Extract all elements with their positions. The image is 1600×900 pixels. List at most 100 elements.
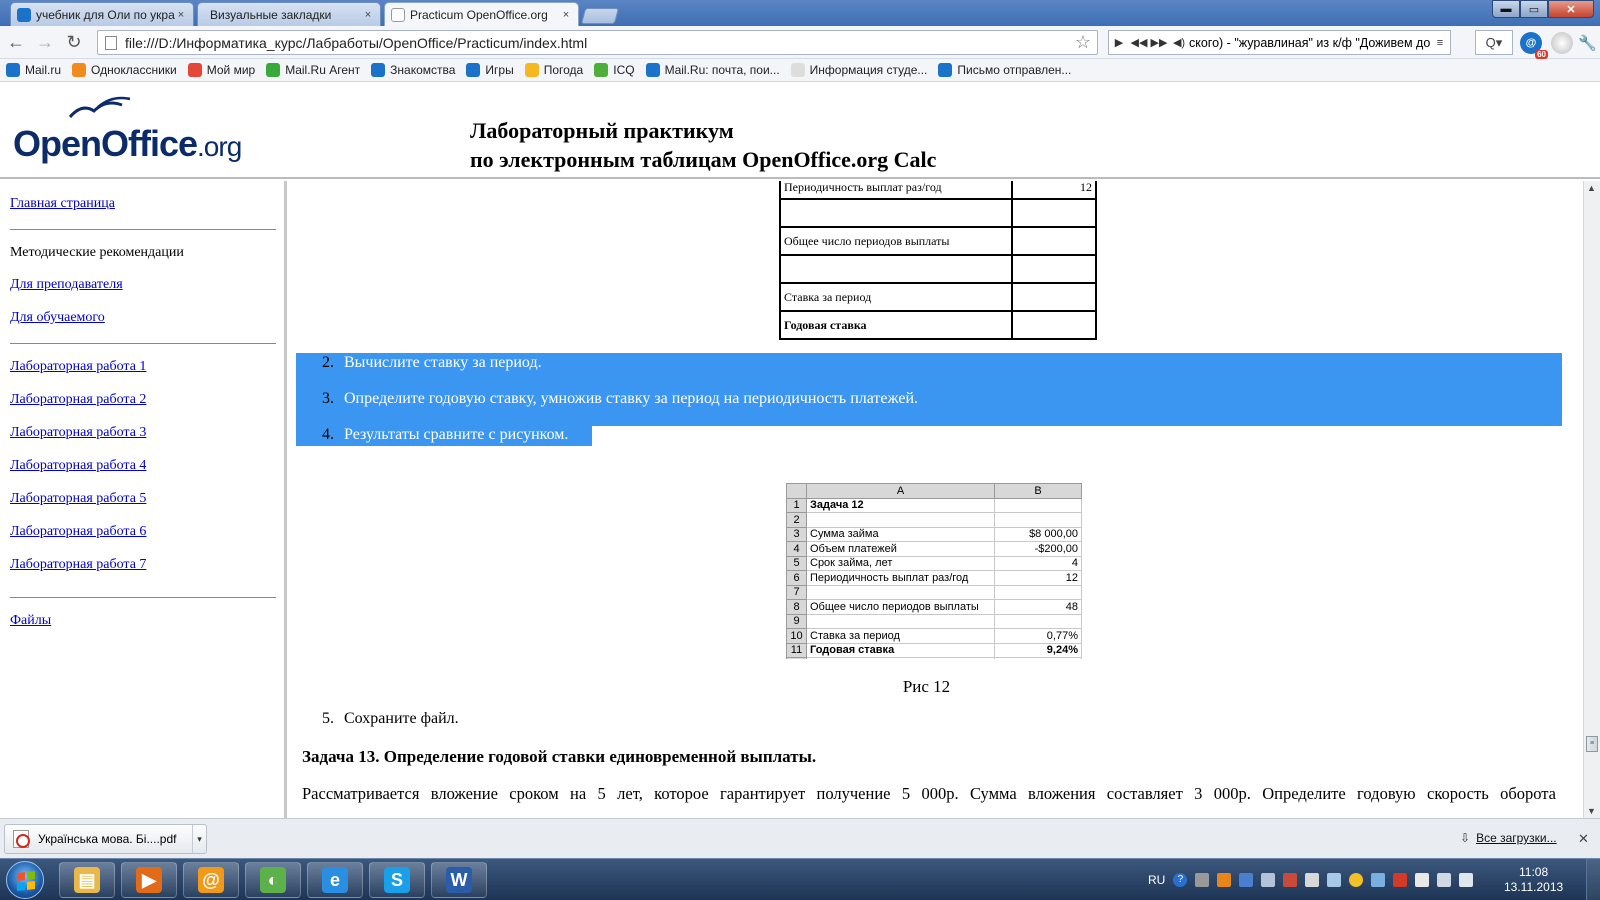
taskbar-app-skype[interactable]: S: [369, 862, 425, 898]
network-icon[interactable]: [1437, 873, 1452, 887]
chevron-down-icon[interactable]: ▾: [192, 825, 206, 853]
show-desktop-button[interactable]: [1586, 859, 1600, 900]
wrench-menu-icon[interactable]: 🔧: [1578, 34, 1597, 52]
taskbar-app-media-player[interactable]: ▶: [121, 862, 177, 898]
sheet-row: 10 Ставка за период 0,77%: [786, 628, 1082, 644]
close-icon[interactable]: ×: [175, 9, 187, 21]
tray-icon[interactable]: [1261, 873, 1276, 887]
language-indicator[interactable]: RU: [1148, 873, 1165, 887]
tab-practicum[interactable]: Practicum OpenOffice.org ×: [384, 2, 579, 27]
bookmark-item[interactable]: Игры: [466, 63, 514, 77]
sidebar-item-lab-2[interactable]: Лабораторная работа 2: [10, 392, 146, 408]
sheet-row: 6 Периодичность выплат раз/год 12: [786, 570, 1082, 586]
extension-icon[interactable]: [1551, 32, 1573, 54]
taskbar-app-ie[interactable]: e: [307, 862, 363, 898]
tray-icon[interactable]: [1305, 873, 1320, 887]
scroll-down-icon[interactable]: ▼: [1587, 806, 1596, 816]
download-item[interactable]: Українська мова. Бі....pdf ▾: [4, 824, 207, 854]
tray-icon[interactable]: [1393, 873, 1408, 887]
bookmark-item[interactable]: Информация студе...: [790, 63, 927, 77]
search-icon[interactable]: Q▾: [1475, 30, 1513, 55]
tab-title: Practicum OpenOffice.org: [410, 8, 548, 22]
sidebar-heading-methodical: Методические рекомендации: [10, 245, 184, 260]
tray-icon[interactable]: [1415, 873, 1430, 887]
task-heading: Задача 13. Определение годовой ставки ед…: [302, 747, 817, 766]
chrome-icon: ◐: [260, 867, 286, 893]
scroll-up-icon[interactable]: ▲: [1587, 183, 1596, 193]
clock[interactable]: 11:08 13.11.2013: [1504, 865, 1563, 895]
tab-uchebnik[interactable]: учебник для Оли по укра ×: [10, 2, 194, 26]
spreadsheet-figure: A B 1 Задача 12 2 3 Сумма займа $8 000,0…: [786, 483, 1084, 659]
taskbar-app-word[interactable]: W: [431, 862, 487, 898]
bookmark-item[interactable]: Знакомства: [371, 63, 455, 77]
tray-icon[interactable]: [1371, 873, 1386, 887]
volume-icon[interactable]: [1459, 873, 1474, 887]
address-bar[interactable]: file:///D:/Информатика_курс/Лабработы/Op…: [97, 30, 1098, 55]
volume-icon[interactable]: ◀): [1169, 36, 1189, 49]
close-icon[interactable]: ×: [560, 9, 572, 21]
reload-button[interactable]: ↻: [62, 31, 86, 53]
vertical-scrollbar[interactable]: ▲ ≡ ▼: [1583, 181, 1600, 818]
scrollbar-thumb[interactable]: ≡: [1586, 736, 1598, 752]
bookmark-icon: [187, 63, 202, 77]
taskbar-app-mail-agent[interactable]: @: [183, 862, 239, 898]
sidebar-item-lab-6[interactable]: Лабораторная работа 6: [10, 524, 146, 540]
row-number: 6: [786, 570, 807, 586]
all-downloads-link[interactable]: ⇩ Все загрузки...: [1460, 831, 1557, 845]
tray-icon[interactable]: [1217, 873, 1232, 887]
minimize-button[interactable]: ▬: [1492, 0, 1520, 18]
tray-icon[interactable]: [1327, 873, 1342, 887]
taskbar-app-explorer[interactable]: ▤: [59, 862, 115, 898]
next-icon[interactable]: ▶▶: [1149, 36, 1169, 49]
sidebar-item-teacher[interactable]: Для преподавателя: [10, 277, 123, 293]
sidebar-item-lab-1[interactable]: Лабораторная работа 1: [10, 359, 146, 375]
tray-icon[interactable]: [1195, 873, 1210, 887]
bookmark-label: ICQ: [613, 63, 635, 77]
list-text: Определите годовую ставку, умножив ставк…: [344, 390, 919, 407]
sheet-cell: [994, 584, 1082, 600]
maximize-button[interactable]: ▭: [1520, 0, 1548, 18]
start-button[interactable]: [6, 861, 44, 899]
help-icon[interactable]: ?: [1173, 873, 1188, 887]
sidebar-item-lab-3[interactable]: Лабораторная работа 3: [10, 425, 146, 441]
bookmark-label: Mail.Ru Агент: [285, 63, 361, 77]
sidebar-item-lab-7[interactable]: Лабораторная работа 7: [10, 557, 146, 573]
play-icon[interactable]: ▶: [1109, 36, 1129, 49]
sidebar-item-files[interactable]: Файлы: [10, 613, 51, 629]
previous-icon[interactable]: ◀◀: [1129, 36, 1149, 49]
mail-extension-icon[interactable]: @ 60: [1520, 32, 1548, 59]
url-text[interactable]: file:///D:/Информатика_курс/Лабработы/Op…: [125, 35, 1075, 51]
media-player-bar: ▶ ◀◀ ▶▶ ◀) ского) - "журавлиная" из к/ф …: [1108, 30, 1451, 55]
bluetooth-icon[interactable]: [1239, 873, 1254, 887]
bookmark-item[interactable]: Мой мир: [187, 63, 255, 77]
media-menu-icon[interactable]: ≡: [1430, 37, 1450, 49]
sidebar-item-home[interactable]: Главная страница: [10, 196, 115, 212]
close-icon[interactable]: ✕: [1578, 831, 1589, 847]
tab-visual-bookmarks[interactable]: Визуальные закладки ×: [197, 2, 381, 26]
new-tab-button[interactable]: [580, 8, 620, 24]
sheet-cell: [994, 497, 1082, 513]
close-icon[interactable]: ×: [362, 9, 374, 21]
bookmark-item[interactable]: Погода: [524, 63, 583, 77]
bookmark-star-icon[interactable]: ☆: [1075, 32, 1091, 53]
taskbar-app-chrome[interactable]: ◐: [245, 862, 301, 898]
row-number: 5: [786, 555, 807, 571]
bookmark-item[interactable]: Письмо отправлен...: [938, 63, 1071, 77]
forward-button[interactable]: →: [33, 31, 57, 53]
sidebar-item-student[interactable]: Для обучаемого: [10, 310, 105, 326]
back-button[interactable]: ←: [4, 31, 28, 53]
sidebar-item-lab-4[interactable]: Лабораторная работа 4: [10, 458, 146, 474]
sheet-cell: Периодичность выплат раз/год: [806, 570, 995, 586]
download-filename: Українська мова. Бі....pdf: [38, 832, 177, 846]
sidebar-item-lab-5[interactable]: Лабораторная работа 5: [10, 491, 146, 507]
table-cell-value: [1011, 282, 1097, 312]
tray-icon[interactable]: [1349, 873, 1364, 887]
bookmark-item[interactable]: Одноклассники: [72, 63, 177, 77]
bookmark-item[interactable]: Mail.Ru: почта, пои...: [645, 63, 780, 77]
close-window-button[interactable]: ✕: [1548, 0, 1594, 18]
tray-icon[interactable]: [1283, 873, 1298, 887]
bookmark-item[interactable]: Mail.Ru Агент: [266, 63, 360, 77]
windows-taskbar: ▤ ▶ @ ◐ e S W RU ? 11:08 13.11.2013: [0, 858, 1600, 900]
bookmark-item[interactable]: Mail.ru: [6, 63, 61, 77]
bookmark-item[interactable]: ICQ: [594, 63, 635, 77]
